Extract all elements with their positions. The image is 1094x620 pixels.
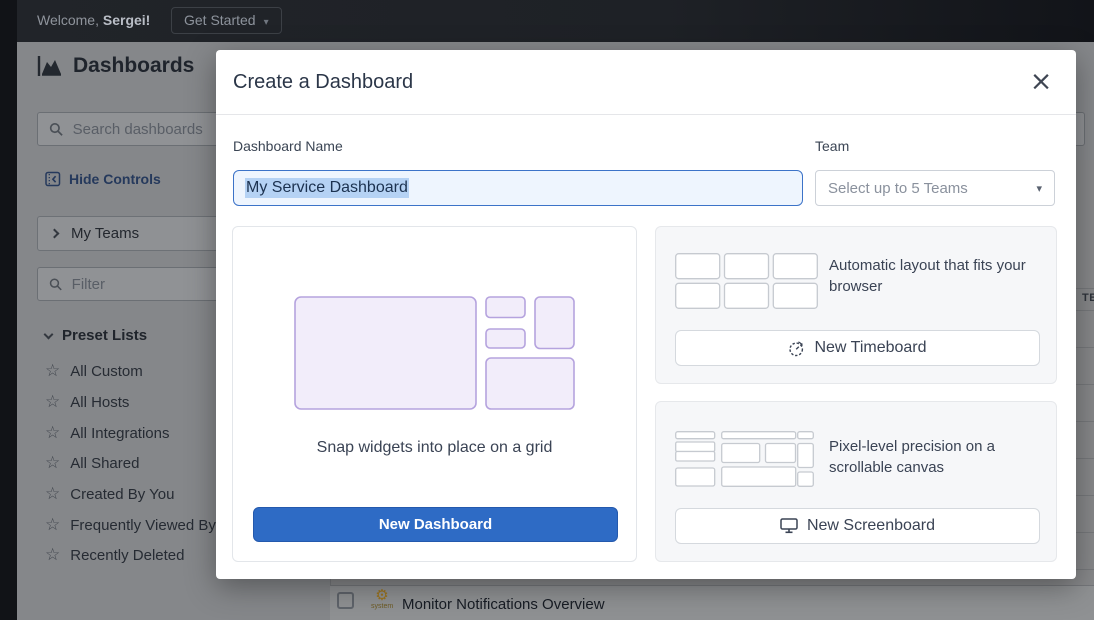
chevron-down-icon <box>44 329 54 339</box>
star-icon: ☆ <box>45 363 60 380</box>
star-icon: ☆ <box>45 486 60 503</box>
sidebar-item-all-shared[interactable]: ☆ All Shared <box>45 452 139 474</box>
dashboard-name-input[interactable]: My Service Dashboard <box>233 170 803 206</box>
top-bar: Welcome, Sergei! Get Started▾ <box>17 0 1094 42</box>
sidebar-item-all-integrations[interactable]: ☆ All Integrations <box>45 422 169 444</box>
grid-dashboard-card: Snap widgets into place on a grid New Da… <box>232 226 637 562</box>
sidebar-item-frequently-viewed[interactable]: ☆ Frequently Viewed By <box>45 514 216 536</box>
timeboard-card-caption: Automatic layout that fits your browser <box>829 255 1043 297</box>
star-icon: ☆ <box>45 394 60 411</box>
grid-layout-illustration <box>294 296 575 410</box>
teams-column-header: TEAMS <box>1082 292 1094 304</box>
close-icon[interactable]: × <box>1026 67 1056 97</box>
chevron-down-icon: ▾ <box>1036 182 1042 195</box>
monitor-icon <box>780 518 798 534</box>
free-layout-illustration <box>675 431 814 487</box>
stopwatch-icon <box>788 340 805 357</box>
star-icon: ☆ <box>45 455 60 472</box>
system-gear-icon: ⚙ system <box>371 588 393 610</box>
get-started-button[interactable]: Get Started▾ <box>171 7 282 34</box>
create-dashboard-modal: Create a Dashboard × Dashboard Name Team… <box>216 50 1076 579</box>
search-icon <box>49 122 64 137</box>
grid-card-caption: Snap widgets into place on a grid <box>233 439 636 457</box>
left-nav-rail <box>0 0 17 620</box>
sidebar-item-created-by-you[interactable]: ☆ Created By You <box>45 483 175 505</box>
timeboard-card: Automatic layout that fits your browser … <box>655 226 1057 384</box>
screenboard-card-caption: Pixel-level precision on a scrollable ca… <box>829 436 1043 478</box>
app-root: Welcome, Sergei! Get Started▾ Dashboards <box>0 0 1094 620</box>
preset-lists-expander[interactable]: Preset Lists <box>45 327 147 344</box>
search-icon <box>49 277 63 292</box>
team-label: Team <box>815 138 849 154</box>
auto-layout-illustration <box>675 253 818 309</box>
modal-title: Create a Dashboard <box>233 50 413 115</box>
dashboards-icon <box>37 55 63 77</box>
welcome-message: Welcome, Sergei! <box>37 12 150 28</box>
hide-controls-link[interactable]: Hide Controls <box>45 171 161 187</box>
collapse-panel-icon <box>45 171 61 187</box>
screenboard-card: Pixel-level precision on a scrollable ca… <box>655 401 1057 562</box>
dashboard-name-label: Dashboard Name <box>233 138 343 154</box>
chevron-down-icon: ▾ <box>264 17 269 28</box>
page-title: Dashboards <box>37 54 194 78</box>
team-select[interactable]: Select up to 5 Teams ▾ <box>815 170 1055 206</box>
selected-text: My Service Dashboard <box>245 178 409 198</box>
username: Sergei! <box>103 12 150 28</box>
sidebar-item-recently-deleted[interactable]: ☆ Recently Deleted <box>45 544 184 566</box>
modal-header: Create a Dashboard × <box>216 50 1076 115</box>
star-icon: ☆ <box>45 425 60 442</box>
chevron-right-icon <box>50 229 60 239</box>
new-timeboard-button[interactable]: New Timeboard <box>675 330 1040 366</box>
dashboard-row-title[interactable]: Monitor Notifications Overview <box>402 596 605 613</box>
new-screenboard-button[interactable]: New Screenboard <box>675 508 1040 544</box>
star-icon: ☆ <box>45 517 60 534</box>
new-dashboard-button[interactable]: New Dashboard <box>253 507 618 542</box>
star-icon: ☆ <box>45 547 60 564</box>
sidebar-item-all-hosts[interactable]: ☆ All Hosts <box>45 391 129 413</box>
row-checkbox[interactable] <box>337 592 354 609</box>
sidebar-item-all-custom[interactable]: ☆ All Custom <box>45 360 143 382</box>
